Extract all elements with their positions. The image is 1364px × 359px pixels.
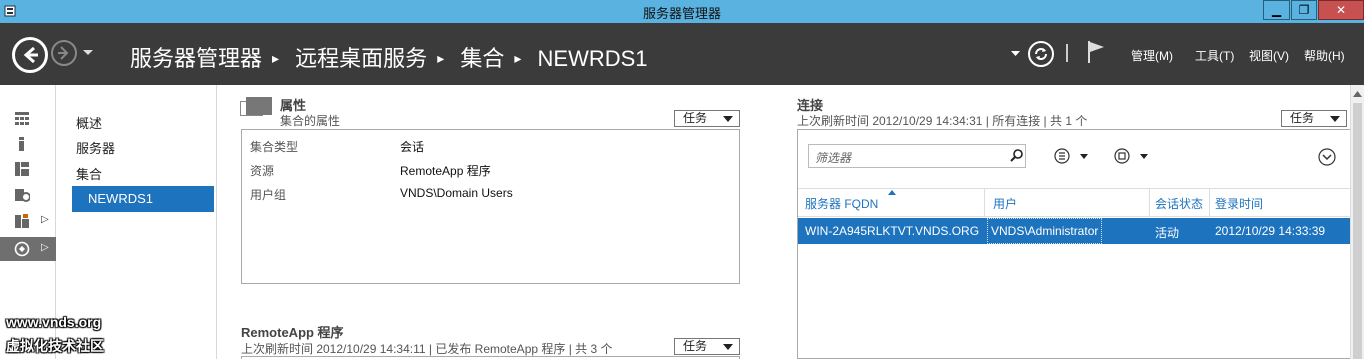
cell-server-fqdn: WIN-2A945RLKTVT.VNDS.ORG <box>805 224 980 238</box>
expand-arrow-icon[interactable]: ▷ <box>41 242 49 253</box>
tasks-label: 任务 <box>683 111 708 125</box>
watermark-community: 虚拟化技术社区 <box>6 338 104 354</box>
history-dropdown-icon[interactable] <box>82 49 94 57</box>
property-label: 用户组 <box>250 188 287 202</box>
remoteapp-subtitle: 上次刷新时间 2012/10/29 14:34:11 | 已发布 RemoteA… <box>241 342 613 356</box>
sort-ascending-icon <box>888 190 896 195</box>
tasks-dropdown-icon <box>1330 116 1340 122</box>
chevron-down-icon <box>1318 148 1336 166</box>
breadcrumb-separator-icon: ▸ <box>514 50 522 66</box>
column-header-server-fqdn[interactable]: 服务器 FQDN <box>805 195 878 212</box>
menu-view[interactable]: 视图(V) <box>1249 47 1289 64</box>
navbar-divider <box>1066 44 1068 62</box>
list-options-icon <box>1054 148 1088 164</box>
notifications-flag-icon[interactable] <box>1086 39 1106 65</box>
table-header: 服务器 FQDN 用户 会话状态 登录时间 <box>798 188 1364 217</box>
rail-remote-desktop-services[interactable]: ▷ <box>0 237 56 261</box>
scroll-up-icon[interactable] <box>1353 91 1362 97</box>
property-row: 集合类型 会话 <box>250 138 424 155</box>
window-title: 服务器管理器 <box>642 6 721 21</box>
remote-desktop-services-icon <box>14 241 30 257</box>
restore-button[interactable]: ❐ <box>1291 0 1317 20</box>
forward-arrow-icon <box>58 46 69 60</box>
breadcrumb-newrds1[interactable]: NEWRDS1 <box>538 46 648 71</box>
tasks-label: 任务 <box>1290 111 1315 125</box>
property-row: 资源 RemoteApp 程序 <box>250 162 491 179</box>
filter-input[interactable]: 筛选器 <box>808 144 1026 168</box>
menu-manage[interactable]: 管理(M) <box>1131 47 1173 64</box>
cell-login-time: 2012/10/29 14:33:39 <box>1215 224 1326 238</box>
expand-panel-button[interactable] <box>1318 148 1336 169</box>
connections-box: 筛选器 服务器 FQDN 用户 会话状态 登录时间 WIN-2A945RLKTV… <box>797 129 1364 359</box>
property-value: VNDS\Domain Users <box>400 186 513 200</box>
scrollbar-thumb[interactable] <box>1353 103 1362 359</box>
subnav-overview[interactable]: 概述 <box>76 113 102 132</box>
menu-tools[interactable]: 工具(T) <box>1195 47 1234 64</box>
save-query-icon <box>1114 148 1148 164</box>
breadcrumb-separator-icon: ▸ <box>437 50 445 66</box>
property-label: 资源 <box>250 164 275 178</box>
properties-panel-icon <box>240 97 272 116</box>
dashboard-icon <box>15 112 29 125</box>
rail-all-servers[interactable] <box>0 157 56 181</box>
all-servers-icon <box>15 162 29 176</box>
list-options-button[interactable] <box>1054 148 1094 167</box>
tasks-dropdown-icon <box>723 344 733 350</box>
column-divider <box>1149 189 1150 217</box>
subnav-servers[interactable]: 服务器 <box>76 138 115 157</box>
title-bar: 服务器管理器 ▁ ❐ ✕ <box>0 0 1364 23</box>
breadcrumb-rds[interactable]: 远程桌面服务 <box>295 46 427 71</box>
save-query-button[interactable] <box>1114 148 1154 167</box>
back-arrow-icon <box>23 46 38 64</box>
cell-session-state: 活动 <box>1155 226 1180 240</box>
column-divider <box>984 189 985 217</box>
search-icon[interactable] <box>1010 149 1023 162</box>
tasks-label: 任务 <box>683 339 708 353</box>
breadcrumb-collections[interactable]: 集合 <box>460 46 504 71</box>
expand-arrow-icon[interactable]: ▷ <box>41 214 49 225</box>
column-header-user[interactable]: 用户 <box>993 195 1017 212</box>
forward-button[interactable] <box>51 40 77 66</box>
subnav-newrds1[interactable]: NEWRDS1 <box>72 186 214 212</box>
column-divider <box>1209 189 1210 217</box>
refresh-dropdown-icon[interactable] <box>1011 51 1020 57</box>
breadcrumb-separator-icon: ▸ <box>272 50 280 66</box>
remoteapp-tasks-button[interactable]: 任务 <box>674 338 740 355</box>
breadcrumb: 服务器管理器 ▸ 远程桌面服务 ▸ 集合 ▸ NEWRDS1 <box>130 41 654 73</box>
rail-local-server[interactable] <box>0 132 56 156</box>
subnav-collections[interactable]: 集合 <box>76 164 102 183</box>
rail-file-storage[interactable] <box>0 183 56 207</box>
back-button[interactable] <box>12 37 48 73</box>
connections-subtitle: 上次刷新时间 2012/10/29 14:34:31 | 所有连接 | 共 1 … <box>797 114 1088 128</box>
breadcrumb-server-manager[interactable]: 服务器管理器 <box>130 46 262 71</box>
refresh-button[interactable] <box>1028 41 1054 67</box>
properties-tasks-button[interactable]: 任务 <box>674 110 740 127</box>
navigation-bar: 服务器管理器 ▸ 远程桌面服务 ▸ 集合 ▸ NEWRDS1 管理(M) 工具(T) … <box>0 23 1364 85</box>
column-header-login-time[interactable]: 登录时间 <box>1215 195 1263 212</box>
rail-dashboard[interactable] <box>0 107 56 131</box>
file-storage-icon <box>15 189 30 202</box>
connections-tasks-button[interactable]: 任务 <box>1281 110 1347 127</box>
property-value: RemoteApp 程序 <box>400 164 491 178</box>
local-server-icon <box>19 137 24 151</box>
close-button[interactable]: ✕ <box>1318 0 1364 20</box>
property-value: 会话 <box>400 140 425 154</box>
cell-user: VNDS\Administrator <box>987 218 1103 244</box>
table-row[interactable]: WIN-2A945RLKTVT.VNDS.ORG VNDS\Administra… <box>798 218 1364 244</box>
iis-icon <box>15 214 29 228</box>
properties-box: 集合类型 会话 资源 RemoteApp 程序 用户组 VNDS\Domain … <box>241 129 740 284</box>
properties-subtitle: 集合的属性 <box>280 114 341 128</box>
vertical-scrollbar[interactable] <box>1350 85 1364 359</box>
refresh-icon <box>1035 48 1047 60</box>
watermark-url: www.vnds.org <box>6 314 102 330</box>
minimize-button[interactable]: ▁ <box>1263 0 1290 20</box>
rail-iis[interactable]: ▷ <box>0 209 56 233</box>
column-header-session-state[interactable]: 会话状态 <box>1155 195 1203 212</box>
remoteapp-title: RemoteApp 程序 <box>241 325 344 340</box>
property-row: 用户组 VNDS\Domain Users <box>250 186 513 203</box>
property-label: 集合类型 <box>250 140 299 154</box>
tasks-dropdown-icon <box>723 116 733 122</box>
menu-help[interactable]: 帮助(H) <box>1304 47 1345 64</box>
